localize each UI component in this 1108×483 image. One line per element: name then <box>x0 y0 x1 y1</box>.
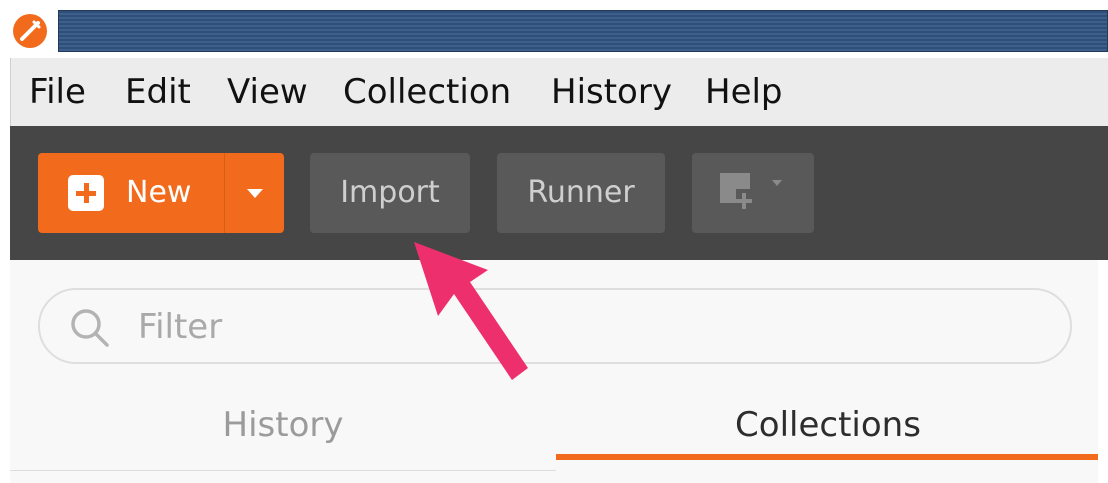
menu-file[interactable]: File <box>29 58 86 126</box>
filter-input[interactable] <box>136 302 1040 352</box>
menu-help[interactable]: Help <box>705 58 783 126</box>
menu-collection[interactable]: Collection <box>343 58 511 126</box>
tab-history-label: History <box>222 405 344 445</box>
new-window-button[interactable] <box>692 153 814 233</box>
postman-logo-icon <box>13 14 47 48</box>
import-button[interactable]: Import <box>310 153 470 233</box>
tab-divider <box>10 470 556 471</box>
plus-square-icon <box>68 175 104 211</box>
search-icon <box>71 309 109 347</box>
window-edge <box>1098 260 1108 483</box>
toolbar: New Import Runner <box>10 126 1108 260</box>
menu-bar: File Edit View Collection History Help <box>10 58 1108 126</box>
tab-collections-label: Collections <box>735 405 921 445</box>
new-window-icon <box>720 173 782 209</box>
caret-down-icon <box>247 189 263 198</box>
menu-edit[interactable]: Edit <box>125 58 191 126</box>
window-title-strip[interactable] <box>58 10 1108 52</box>
menu-view[interactable]: View <box>227 58 308 126</box>
tab-collections[interactable]: Collections <box>556 390 1100 470</box>
filter-search-box[interactable] <box>38 288 1072 364</box>
sidebar-panel: History Collections <box>10 260 1100 483</box>
new-button[interactable]: New <box>38 153 224 233</box>
tab-history[interactable]: History <box>10 390 556 470</box>
runner-button[interactable]: Runner <box>497 153 665 233</box>
menu-history[interactable]: History <box>551 58 672 126</box>
active-tab-indicator <box>556 454 1100 460</box>
new-button-label: New <box>126 175 192 210</box>
new-dropdown-button[interactable] <box>224 153 284 233</box>
